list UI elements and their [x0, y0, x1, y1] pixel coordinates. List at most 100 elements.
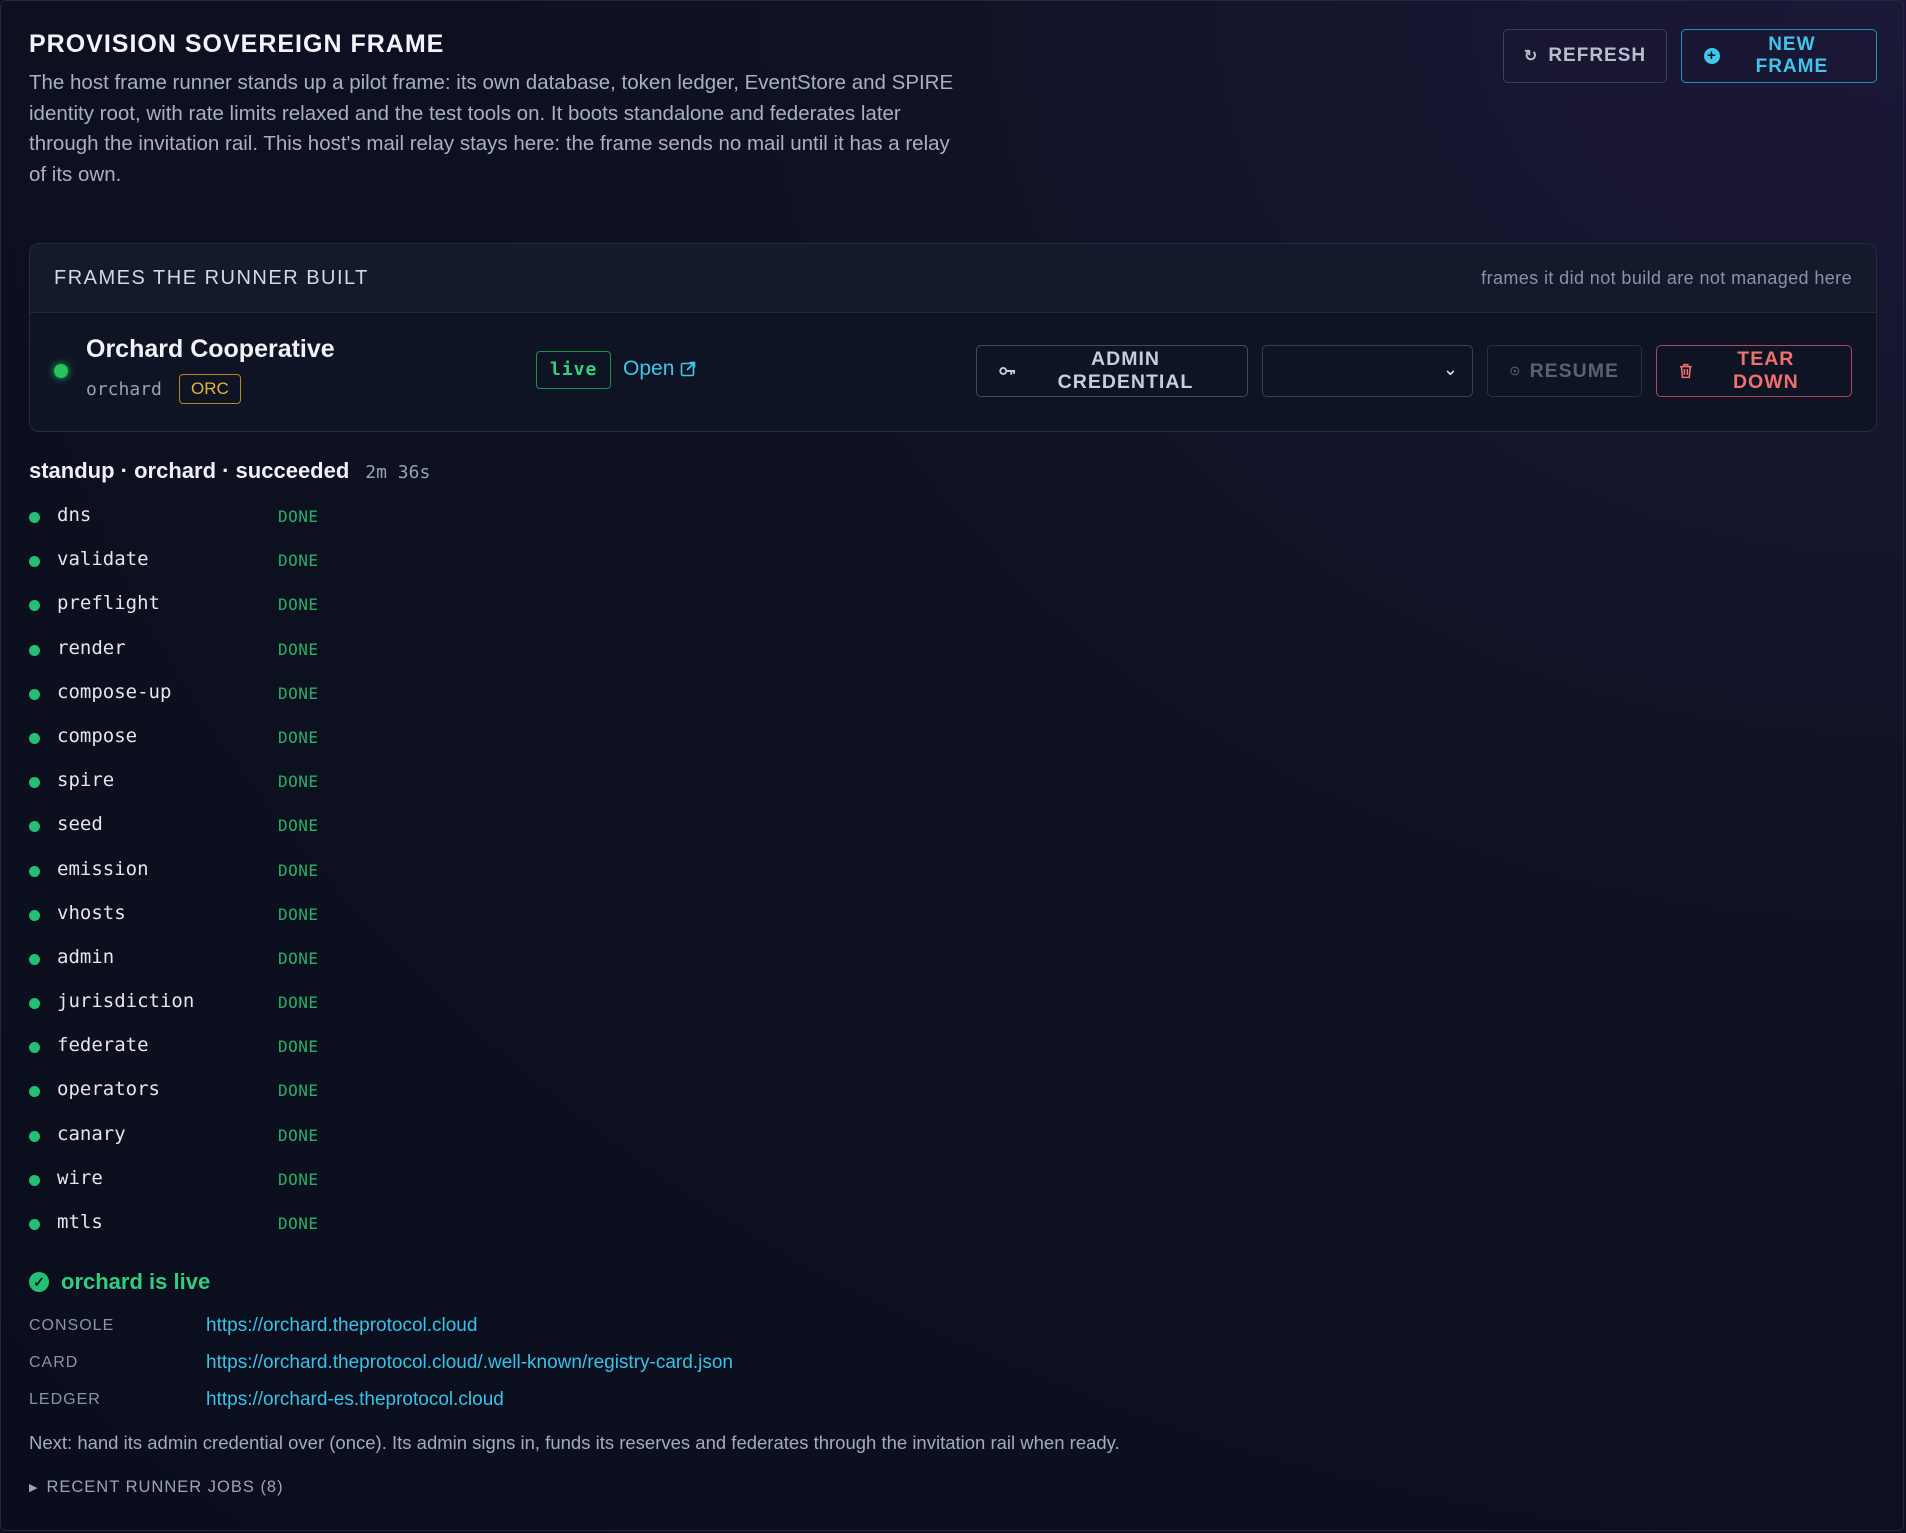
step-row: spire DONE	[29, 757, 1877, 801]
step-name: dns	[57, 504, 92, 526]
frame-row: Orchard Cooperative orchard ORC live Ope…	[30, 313, 1876, 431]
step-status-dot	[29, 556, 40, 568]
resume-button[interactable]: RESUME	[1487, 345, 1642, 397]
refresh-icon: ↻	[1523, 48, 1539, 65]
new-frame-label: NEW FRAME	[1755, 34, 1829, 77]
step-state: DONE	[278, 1125, 319, 1145]
step-name: operators	[57, 1078, 160, 1101]
page-description: The host frame runner stands up a pilot …	[29, 71, 954, 186]
header-actions: ↻ REFRESH + NEW FRAME	[1503, 29, 1877, 83]
step-name: mtls	[57, 1211, 103, 1233]
frame-links: CONSOLE https://orchard.theprotocol.clou…	[29, 1307, 1877, 1418]
step-row: dns DONE	[29, 492, 1877, 536]
admin-credential-button[interactable]: ADMIN CREDENTIAL	[976, 345, 1248, 397]
step-state: DONE	[278, 507, 319, 526]
frame-name: Orchard Cooperative	[86, 335, 335, 363]
step-name: render	[57, 636, 126, 659]
step-row: preflight DONE	[29, 580, 1877, 624]
step-state: DONE	[278, 904, 319, 924]
step-state: DONE	[278, 595, 319, 615]
card-link[interactable]: https://orchard.theprotocol.cloud/.well-…	[206, 1352, 733, 1374]
refresh-button[interactable]: ↻ REFRESH	[1503, 29, 1667, 83]
frames-panel-note: frames it did not build are not managed …	[1481, 267, 1852, 288]
step-status-dot	[29, 1042, 40, 1054]
step-row: jurisdiction DONE	[29, 978, 1877, 1022]
step-name: jurisdiction	[57, 990, 195, 1013]
step-row: render DONE	[29, 625, 1877, 669]
step-state: DONE	[278, 1214, 319, 1233]
step-state: DONE	[278, 1037, 319, 1057]
step-state: DONE	[278, 816, 319, 836]
step-row: compose-up DONE	[29, 669, 1877, 713]
frame-actions: ADMIN CREDENTIAL ⌄ RESUME TEAR DOWN	[976, 345, 1852, 397]
frame-tag-badge: ORC	[179, 374, 241, 404]
step-status-dot	[29, 1130, 40, 1142]
live-message: ✓ orchard is live	[29, 1269, 1877, 1295]
step-status-dot	[29, 688, 40, 700]
step-name: admin	[57, 945, 115, 968]
trash-icon	[1679, 363, 1692, 379]
step-name: emission	[57, 857, 149, 880]
step-status-dot	[29, 953, 40, 965]
job-title: standup · orchard · succeeded	[29, 458, 350, 483]
link-row-ledger: LEDGER https://orchard-es.theprotocol.cl…	[29, 1381, 1877, 1418]
recent-jobs-toggle[interactable]: ▶ RECENT RUNNER JOBS (8)	[29, 1478, 1877, 1497]
external-link-icon	[681, 361, 696, 377]
step-status-dot	[29, 998, 40, 1010]
step-state: DONE	[278, 1081, 319, 1101]
chevron-down-icon: ⌄	[1442, 359, 1458, 379]
step-status-dot	[29, 732, 40, 744]
job-header: standup · orchard · succeeded 2m 36s	[29, 458, 1877, 484]
live-status-dot	[54, 364, 68, 378]
step-status-dot	[29, 512, 40, 523]
step-row: seed DONE	[29, 801, 1877, 845]
frames-panel: FRAMES THE RUNNER BUILT frames it did no…	[29, 243, 1877, 432]
frame-action-select[interactable]: ⌄	[1262, 345, 1473, 397]
console-link[interactable]: https://orchard.theprotocol.cloud	[206, 1315, 477, 1337]
open-label: Open	[623, 357, 675, 380]
frames-panel-title: FRAMES THE RUNNER BUILT	[54, 266, 369, 289]
step-state: DONE	[278, 860, 319, 880]
recent-jobs-label: RECENT RUNNER JOBS (8)	[46, 1478, 284, 1497]
step-status-dot	[29, 1086, 40, 1098]
job-duration: 2m 36s	[365, 462, 431, 483]
step-name: canary	[57, 1122, 126, 1145]
step-row: admin DONE	[29, 934, 1877, 978]
step-name: spire	[57, 769, 115, 792]
frame-slug: orchard	[86, 379, 162, 400]
plus-circle-icon: +	[1704, 48, 1720, 64]
new-frame-button[interactable]: + NEW FRAME	[1681, 29, 1877, 83]
admin-credential-label: ADMIN CREDENTIAL	[1057, 348, 1194, 393]
step-state: DONE	[278, 551, 319, 571]
main-content: PROVISION SOVEREIGN FRAME The host frame…	[29, 28, 1877, 1497]
link-key: CARD	[29, 1353, 79, 1371]
tear-down-button[interactable]: TEAR DOWN	[1656, 345, 1852, 397]
step-state: DONE	[278, 683, 319, 703]
step-status-dot	[29, 644, 40, 656]
tear-down-label: TEAR DOWN	[1732, 348, 1799, 393]
step-status-dot	[29, 909, 40, 921]
key-icon	[999, 367, 1016, 375]
resume-label: RESUME	[1529, 359, 1619, 382]
step-state: DONE	[278, 772, 319, 792]
step-status-dot	[29, 821, 40, 833]
open-frame-link[interactable]: Open	[623, 357, 696, 381]
step-status-dot	[29, 865, 40, 877]
step-state: DONE	[278, 948, 319, 968]
step-status-dot	[29, 1174, 40, 1186]
step-name: compose-up	[57, 680, 172, 703]
step-row: canary DONE	[29, 1111, 1877, 1155]
link-key: LEDGER	[29, 1390, 101, 1408]
play-circle-icon	[1510, 366, 1520, 376]
link-key: CONSOLE	[29, 1316, 115, 1334]
step-state: DONE	[278, 727, 319, 747]
step-status-dot	[29, 600, 40, 612]
check-circle-icon: ✓	[29, 1272, 49, 1293]
status-badge: live	[536, 351, 612, 389]
step-row: compose DONE	[29, 713, 1877, 757]
step-status-dot	[29, 777, 40, 789]
step-row: mtls DONE	[29, 1199, 1877, 1243]
step-name: federate	[57, 1034, 149, 1057]
ledger-link[interactable]: https://orchard-es.theprotocol.cloud	[206, 1389, 504, 1411]
step-state: DONE	[278, 639, 319, 659]
